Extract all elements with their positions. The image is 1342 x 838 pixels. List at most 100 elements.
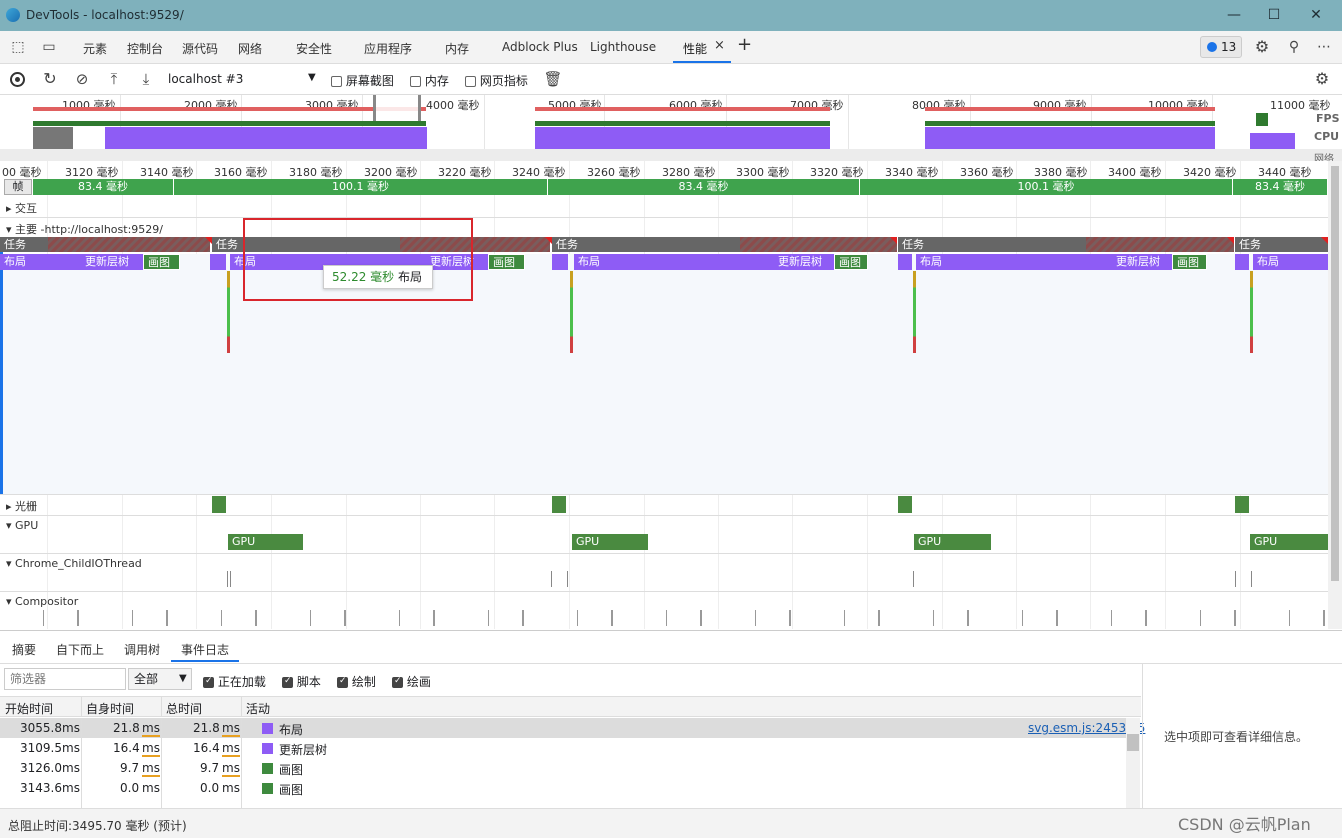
overview-selection-window[interactable] — [373, 95, 421, 121]
customize-icon[interactable]: ⚲ — [1283, 36, 1305, 58]
table-scrollbar[interactable] — [1126, 718, 1140, 808]
maximize-button[interactable]: ☐ — [1254, 4, 1294, 26]
raster-block[interactable] — [552, 496, 566, 513]
column-start-time[interactable]: 开始时间 — [5, 700, 53, 717]
inspect-element-icon[interactable]: ⬚ — [7, 36, 29, 58]
add-tab-icon[interactable]: + — [737, 34, 752, 55]
table-row[interactable]: 3143.6 ms 0.0 ms 0.0 ms 画图 — [0, 778, 1126, 798]
tab-summary[interactable]: 摘要 — [12, 641, 36, 658]
tab-event-log[interactable]: 事件日志 — [181, 641, 229, 658]
task-block[interactable]: 任务 — [552, 237, 740, 252]
task-block[interactable]: 任务 — [1235, 237, 1328, 252]
tab-security[interactable]: 安全性 — [296, 40, 332, 57]
trash-icon[interactable]: 🗑 — [542, 68, 564, 90]
update-layer-tree-block[interactable]: 更新层树 — [1112, 254, 1172, 270]
settings-gear-icon[interactable]: ⚙ — [1251, 36, 1273, 58]
gpu-block[interactable]: GPU — [914, 534, 991, 550]
frame-bar[interactable]: 83.4 毫秒 — [33, 179, 174, 195]
tab-console[interactable]: 控制台 — [127, 40, 163, 57]
event-tick[interactable] — [551, 571, 552, 587]
event-tick[interactable] — [913, 571, 914, 587]
call-stack-sliver[interactable] — [570, 271, 573, 353]
frame-bar[interactable]: 83.4 毫秒 — [548, 179, 860, 195]
tab-elements[interactable]: 元素 — [83, 40, 107, 57]
frames-track-label[interactable]: 帧 — [4, 179, 32, 195]
timeline-overview[interactable]: 1000 毫秒 2000 毫秒 3000 毫秒 4000 毫秒 5000 毫秒 … — [0, 95, 1342, 161]
record-button[interactable] — [10, 72, 25, 87]
layout-block[interactable]: 布局 — [1253, 254, 1328, 270]
gpu-block[interactable]: GPU — [1250, 534, 1328, 550]
paint-block[interactable]: 画图 — [834, 254, 868, 270]
close-window-button[interactable]: ✕ — [1296, 4, 1336, 26]
close-tab-icon[interactable]: × — [714, 38, 725, 53]
table-row[interactable]: 3126.0 ms 9.7 ms 9.7 ms 画图 — [0, 758, 1126, 778]
capture-settings-gear-icon[interactable]: ⚙ — [1311, 68, 1333, 90]
scrollbar-thumb[interactable] — [1127, 734, 1139, 751]
timeline-scrollbar[interactable] — [1328, 161, 1342, 629]
scrollbar-thumb[interactable] — [1331, 166, 1339, 581]
raster-track[interactable]: ▸ 光栅 — [6, 498, 37, 514]
loading-checkbox[interactable]: 正在加载 — [203, 673, 266, 690]
filter-input[interactable]: 筛选器 — [4, 668, 126, 690]
tab-call-tree[interactable]: 调用树 — [124, 641, 160, 658]
frame-bar[interactable]: 100.1 毫秒 — [174, 179, 548, 195]
table-row[interactable]: 3109.5 ms 16.4 ms 16.4 ms 更新层树 — [0, 738, 1126, 758]
layout-block[interactable]: 布局 — [574, 254, 774, 270]
reload-record-icon[interactable]: ↻ — [39, 68, 61, 90]
column-total-time[interactable]: 总时间 — [166, 700, 202, 717]
layout-block[interactable]: 布局 — [916, 254, 1112, 270]
event-tick[interactable] — [230, 571, 231, 587]
painting-checkbox[interactable]: 绘画 — [392, 673, 431, 690]
event-tick[interactable] — [227, 571, 228, 587]
clear-icon[interactable]: ⊘ — [71, 68, 93, 90]
task-block[interactable]: 任务 — [0, 237, 48, 252]
compositor-track[interactable]: ▾ Compositor — [6, 595, 78, 608]
main-thread-track[interactable]: ▾ 主要 -http://localhost:9529/ — [6, 221, 163, 237]
filter-select[interactable]: 全部 ▼ — [128, 668, 192, 690]
update-layer-tree-block[interactable]: 更新层树 — [774, 254, 834, 270]
tab-network[interactable]: 网络 — [238, 40, 262, 57]
event-tick[interactable] — [567, 571, 568, 587]
table-row[interactable]: 3055.8 ms 21.8 ms 21.8 ms 布局 svg.esm.js:… — [0, 718, 1145, 738]
layout-block[interactable] — [1235, 254, 1249, 270]
issues-badge[interactable]: 13 — [1200, 36, 1242, 58]
tab-adblock-plus[interactable]: Adblock Plus — [502, 40, 578, 54]
memory-checkbox[interactable]: 内存 — [410, 72, 449, 89]
paint-block[interactable]: 画图 — [488, 254, 525, 270]
event-tick[interactable] — [1251, 571, 1252, 587]
raster-block[interactable] — [1235, 496, 1249, 513]
tab-bottom-up[interactable]: 自下而上 — [56, 641, 104, 658]
call-stack-sliver[interactable] — [1250, 271, 1253, 353]
column-activity[interactable]: 活动 — [246, 700, 270, 717]
layout-block[interactable]: 布局 — [0, 254, 81, 270]
paint-block[interactable]: 画图 — [143, 254, 180, 270]
layout-block[interactable] — [898, 254, 912, 270]
rendering-checkbox[interactable]: 绘制 — [337, 673, 376, 690]
column-self-time[interactable]: 自身时间 — [86, 700, 134, 717]
frame-bar[interactable]: 83.4 毫秒 — [1233, 179, 1328, 195]
tab-lighthouse[interactable]: Lighthouse — [590, 40, 656, 54]
gpu-track[interactable]: ▾ GPU — [6, 519, 38, 532]
minimize-button[interactable]: — — [1214, 4, 1254, 26]
compositor-events[interactable] — [20, 610, 1328, 626]
update-layer-tree-block[interactable]: 更新层树 — [81, 254, 143, 270]
tab-application[interactable]: 应用程序 — [364, 40, 412, 57]
tab-memory[interactable]: 内存 — [445, 40, 469, 57]
task-block[interactable]: 任务 — [898, 237, 1086, 252]
web-vitals-checkbox[interactable]: 网页指标 — [465, 72, 528, 89]
tab-sources[interactable]: 源代码 — [182, 40, 218, 57]
call-stack-sliver[interactable] — [913, 271, 916, 353]
interactions-track[interactable]: ▸ 交互 — [6, 200, 37, 216]
flame-chart[interactable]: 00 毫秒 3120 毫秒 3140 毫秒 3160 毫秒 3180 毫秒 32… — [0, 161, 1328, 629]
frame-bar[interactable]: 100.1 毫秒 — [860, 179, 1233, 195]
more-options-icon[interactable]: ⋯ — [1313, 36, 1335, 58]
call-stack-sliver[interactable] — [227, 271, 230, 353]
gpu-block[interactable]: GPU — [228, 534, 303, 550]
profile-select[interactable]: localhost #3 ▼ — [168, 72, 318, 86]
layout-block[interactable] — [552, 254, 568, 270]
layout-block[interactable] — [210, 254, 226, 270]
raster-block[interactable] — [898, 496, 912, 513]
scripting-checkbox[interactable]: 脚本 — [282, 673, 321, 690]
gpu-block[interactable]: GPU — [572, 534, 648, 550]
raster-block[interactable] — [212, 496, 226, 513]
